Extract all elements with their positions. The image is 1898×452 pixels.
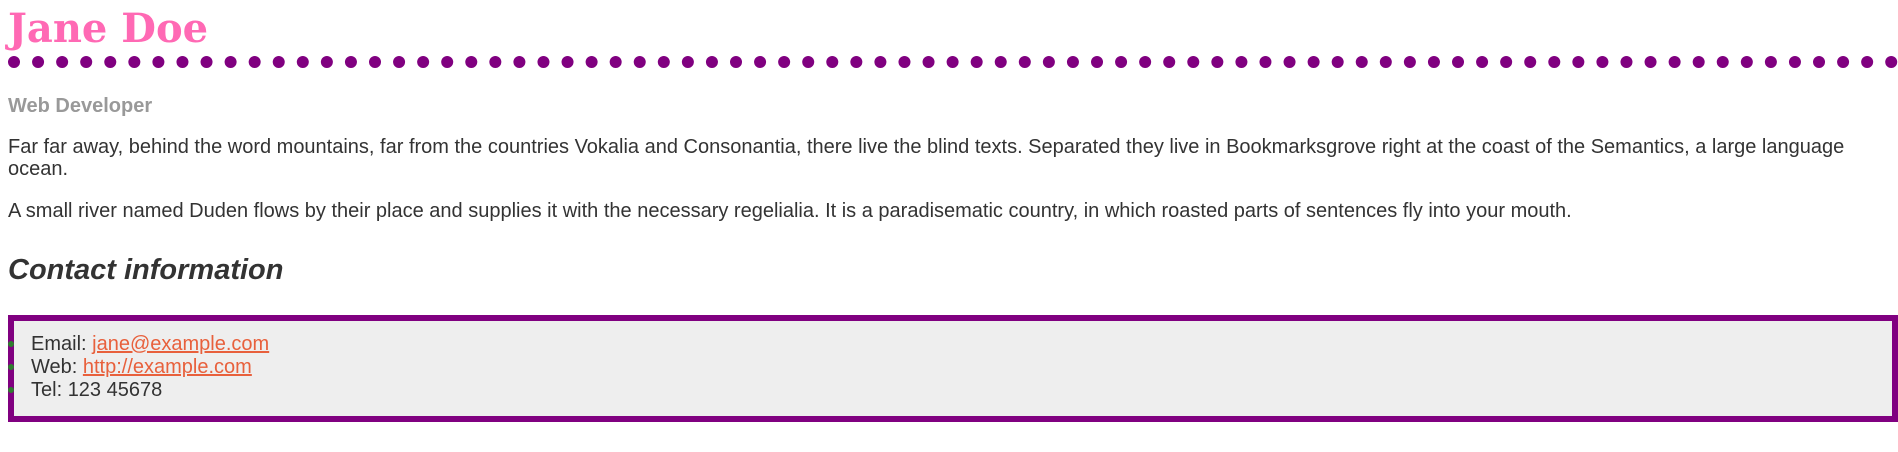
contact-box: Email: jane@example.com Web: http://exam… [8, 315, 1898, 422]
contact-email-label: Email: [31, 333, 93, 355]
bullet-icon [8, 387, 14, 393]
profile-role: Web Developer [8, 95, 153, 117]
contact-web-item: Web: http://example.com [8, 356, 1876, 379]
bullet-icon [8, 341, 14, 347]
contact-tel-item: Tel: 123 45678 [8, 379, 1876, 402]
page: Jane Doe Web Developer Far far away, beh… [8, 6, 1898, 422]
profile-name: Jane Doe [8, 6, 1898, 68]
bio-paragraph-2: A small river named Duden flows by their… [8, 200, 1572, 222]
contact-web-link[interactable]: http://example.com [83, 356, 252, 378]
contact-email-item: Email: jane@example.com [8, 333, 1876, 356]
bio-paragraph-1: Far far away, behind the word mountains,… [8, 136, 1845, 180]
contact-tel-value: 123 45678 [67, 379, 163, 401]
contact-heading: Contact information [8, 254, 284, 286]
contact-tel-label: Tel: [31, 379, 68, 401]
contact-email-link[interactable]: jane@example.com [92, 333, 269, 355]
contact-web-label: Web: [31, 356, 83, 378]
bullet-icon [8, 364, 14, 370]
